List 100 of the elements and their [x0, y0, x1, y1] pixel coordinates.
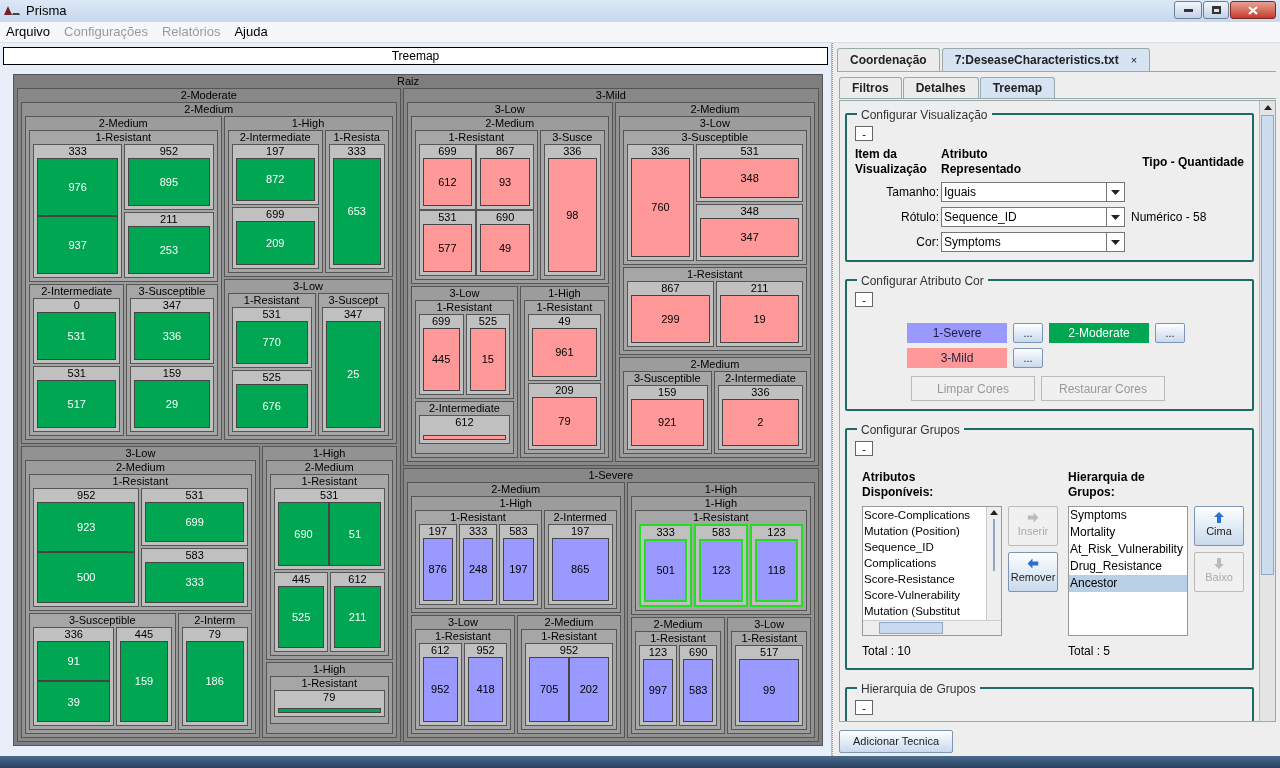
treemap-group[interactable]: 2-Medium 1-Resistant 123 997 690 583: [630, 617, 726, 734]
tab[interactable]: Treemap: [979, 77, 1056, 98]
treemap-group[interactable]: 3-Low 1-Resistant 517 99: [727, 617, 811, 734]
treemap-group[interactable]: 159 921: [626, 384, 708, 451]
treemap-group[interactable]: 1-Resistant 952 705 202: [521, 628, 617, 730]
color-swatch[interactable]: 1-Severe: [907, 323, 1007, 343]
treemap-leaf[interactable]: 248: [462, 538, 494, 601]
treemap-group[interactable]: 1-High 1-Resistant 197 876 333 248 583 197 2-Intermed 197 865: [410, 496, 621, 613]
treemap-leaf[interactable]: 997: [642, 659, 674, 722]
tab[interactable]: Detalhes: [902, 77, 979, 98]
tab-close[interactable]: ×: [1130, 51, 1138, 69]
treemap-group[interactable]: 211 253: [124, 212, 214, 278]
treemap-group[interactable]: 445 159: [116, 626, 172, 726]
treemap-leaf[interactable]: 760: [630, 158, 691, 258]
menu-item[interactable]: Ajuda: [234, 22, 268, 42]
color-picker-button[interactable]: ...: [1013, 348, 1043, 368]
color-swatch[interactable]: 3-Mild: [907, 348, 1007, 368]
treemap-group[interactable]: 2-Medium 1-Resistant 531 690 51 445 525 612 211: [265, 459, 393, 661]
treemap-leaf[interactable]: 612: [422, 158, 473, 207]
treemap-group[interactable]: 690 583: [679, 645, 718, 726]
treemap-group[interactable]: [17, 88, 401, 742]
treemap-leaf[interactable]: 299: [630, 295, 711, 343]
treemap-leaf[interactable]: 202: [568, 656, 609, 722]
treemap-group[interactable]: 1-Resistant 517 99: [731, 631, 807, 730]
treemap-group[interactable]: 3-Low 1-Resistant 699 445 525 15 2-Intermediate 612: [410, 286, 519, 459]
list-item[interactable]: Score-Resistance: [864, 571, 986, 587]
treemap-group[interactable]: 3-Susceptible 159 921: [622, 370, 712, 455]
treemap-group[interactable]: 49 961: [528, 314, 601, 382]
treemap-group[interactable]: 1-Resistant 699 445 525 15: [414, 300, 515, 399]
treemap-group[interactable]: 1-High 1-Resistant 79: [265, 662, 393, 734]
treemap-group[interactable]: 348 347: [696, 203, 803, 262]
treemap-group[interactable]: 1-High 1-Resistant 333 501 583 123 123 118: [630, 496, 811, 616]
list-box[interactable]: Score-Complications Mutation (Position) Sequence_ID Complications Score-Resistance Score-Vulnerability Mutation (Substitut: [862, 506, 1002, 636]
color-picker-button[interactable]: ...: [1013, 323, 1043, 343]
treemap-group[interactable]: 2-Intermediate 612: [414, 400, 515, 455]
treemap-group[interactable]: 336 98: [543, 144, 601, 277]
treemap-group[interactable]: 525 676: [231, 370, 312, 432]
treemap-group[interactable]: 2-Intermed 197 865: [543, 510, 617, 609]
treemap-group[interactable]: 3-Susceptible 336 91 39 445 159: [29, 612, 176, 730]
treemap-group[interactable]: [21, 102, 397, 444]
button[interactable]: Adicionar Tecnica: [839, 730, 953, 753]
treemap-group[interactable]: 2-Medium 1-Resistant 952 923 500 531 699 583 333 3-Susceptible 336 91 39 445 159 2-Interm 79 186: [25, 459, 256, 734]
maximize-button[interactable]: [1203, 1, 1229, 19]
list-item[interactable]: Complications: [864, 555, 986, 571]
treemap-leaf[interactable]: 961: [532, 328, 597, 378]
treemap-group[interactable]: 612 952: [418, 642, 462, 726]
treemap-group[interactable]: 1-Resistant 531 770 525 676: [227, 292, 316, 436]
treemap-group[interactable]: 2-Medium 1-High 1-Resistant 197 876 333 248 583 197 2-Intermed 197 865 3-Low 1-Resistant 612 952 952 418 2-Medium 1-Resistant 952 705 202: [406, 482, 625, 738]
treemap-group[interactable]: 2-Medium 1-Resistant 952 705 202: [517, 614, 621, 734]
treemap-group[interactable]: 333 248: [458, 524, 498, 605]
treemap-group[interactable]: 531 577: [418, 210, 477, 277]
treemap-leaf[interactable]: 98: [547, 158, 597, 273]
treemap-group[interactable]: 3-Low 1-Resistant 531 770 525 676 3-Suscept 347 25: [223, 278, 393, 440]
treemap-group[interactable]: 445 525: [273, 572, 329, 653]
button[interactable]: Cima: [1194, 506, 1244, 546]
treemap-group[interactable]: 1-High 2-Intermediate 197 872 699 209 1-Resista 333 653: [223, 116, 393, 277]
treemap-group[interactable]: 79 186: [181, 626, 248, 726]
close-button[interactable]: [1230, 1, 1276, 19]
treemap-group[interactable]: 1-High 1-Resistant 49 961 209 79: [520, 286, 609, 459]
treemap-leaf[interactable]: 79: [532, 397, 597, 447]
treemap-group[interactable]: 1-Resistant 531 690 51 445 525 612 211: [269, 473, 389, 657]
treemap-group[interactable]: 867 299: [626, 281, 715, 347]
treemap-leaf[interactable]: 705: [529, 656, 569, 722]
treemap-group[interactable]: 3-Low 1-Resistant 612 952 952 418: [410, 614, 516, 734]
treemap-group[interactable]: 531 348: [696, 144, 803, 202]
treemap-leaf[interactable]: 501: [643, 539, 688, 603]
treemap-group[interactable]: [402, 88, 819, 467]
button[interactable]: Remover: [1008, 552, 1058, 592]
treemap-group[interactable]: 333 653: [328, 144, 385, 269]
treemap-leaf[interactable]: 577: [422, 224, 473, 273]
treemap-group[interactable]: 3-Low 3-Susceptible 336 760 531 348 348 347 1-Resistant 867 299 211 19: [618, 116, 811, 355]
treemap-group[interactable]: 612 211: [330, 572, 385, 653]
treemap-group[interactable]: 952 705 202: [525, 642, 613, 726]
treemap-group[interactable]: 1-Resistant 867 299 211 19: [622, 267, 807, 351]
treemap-group[interactable]: 699 612: [418, 144, 477, 211]
treemap-group[interactable]: 2-Intermediate 197 872 699 209: [227, 130, 323, 273]
treemap-group[interactable]: 2-Medium 1-Resistant 333 976 937 952 895 211 253 2-Intermediate 0 531 531 517 3-Susceptible 347 336 159 29: [25, 116, 222, 440]
treemap-group[interactable]: 3-Susce 336 98: [539, 130, 605, 281]
scrollbar[interactable]: [986, 507, 1001, 620]
treemap-group[interactable]: 197 872: [231, 144, 319, 206]
treemap-group[interactable]: 1-Resistant 333 501 583 123 123 118: [634, 510, 807, 612]
treemap-group[interactable]: 197 865: [547, 524, 613, 605]
treemap-group[interactable]: 583 333: [141, 548, 248, 607]
treemap-group[interactable]: [402, 468, 819, 742]
treemap-group[interactable]: 1-Resistant 49 961 209 79: [524, 300, 605, 455]
collapse-button[interactable]: -: [855, 126, 873, 141]
treemap-group[interactable]: 211 19: [716, 281, 803, 347]
list-item[interactable]: Ancestor: [1069, 575, 1187, 592]
treemap-group[interactable]: 3-Suscept 347 25: [317, 292, 389, 436]
treemap-leaf[interactable]: 15: [469, 328, 507, 391]
treemap-group[interactable]: 123 118: [750, 524, 803, 608]
treemap-leaf[interactable]: 952: [422, 656, 458, 722]
treemap-group[interactable]: 517 99: [735, 645, 803, 726]
treemap-group[interactable]: 159 29: [130, 365, 214, 432]
treemap-group[interactable]: 531 517: [33, 365, 121, 432]
collapse-button[interactable]: -: [855, 441, 873, 456]
treemap-group[interactable]: 1-Resistant 79: [269, 676, 389, 725]
list-item[interactable]: Score-Complications: [864, 507, 986, 523]
treemap-leaf[interactable]: 49: [480, 224, 530, 273]
treemap-group[interactable]: 2-Interm 79 186: [177, 612, 252, 730]
